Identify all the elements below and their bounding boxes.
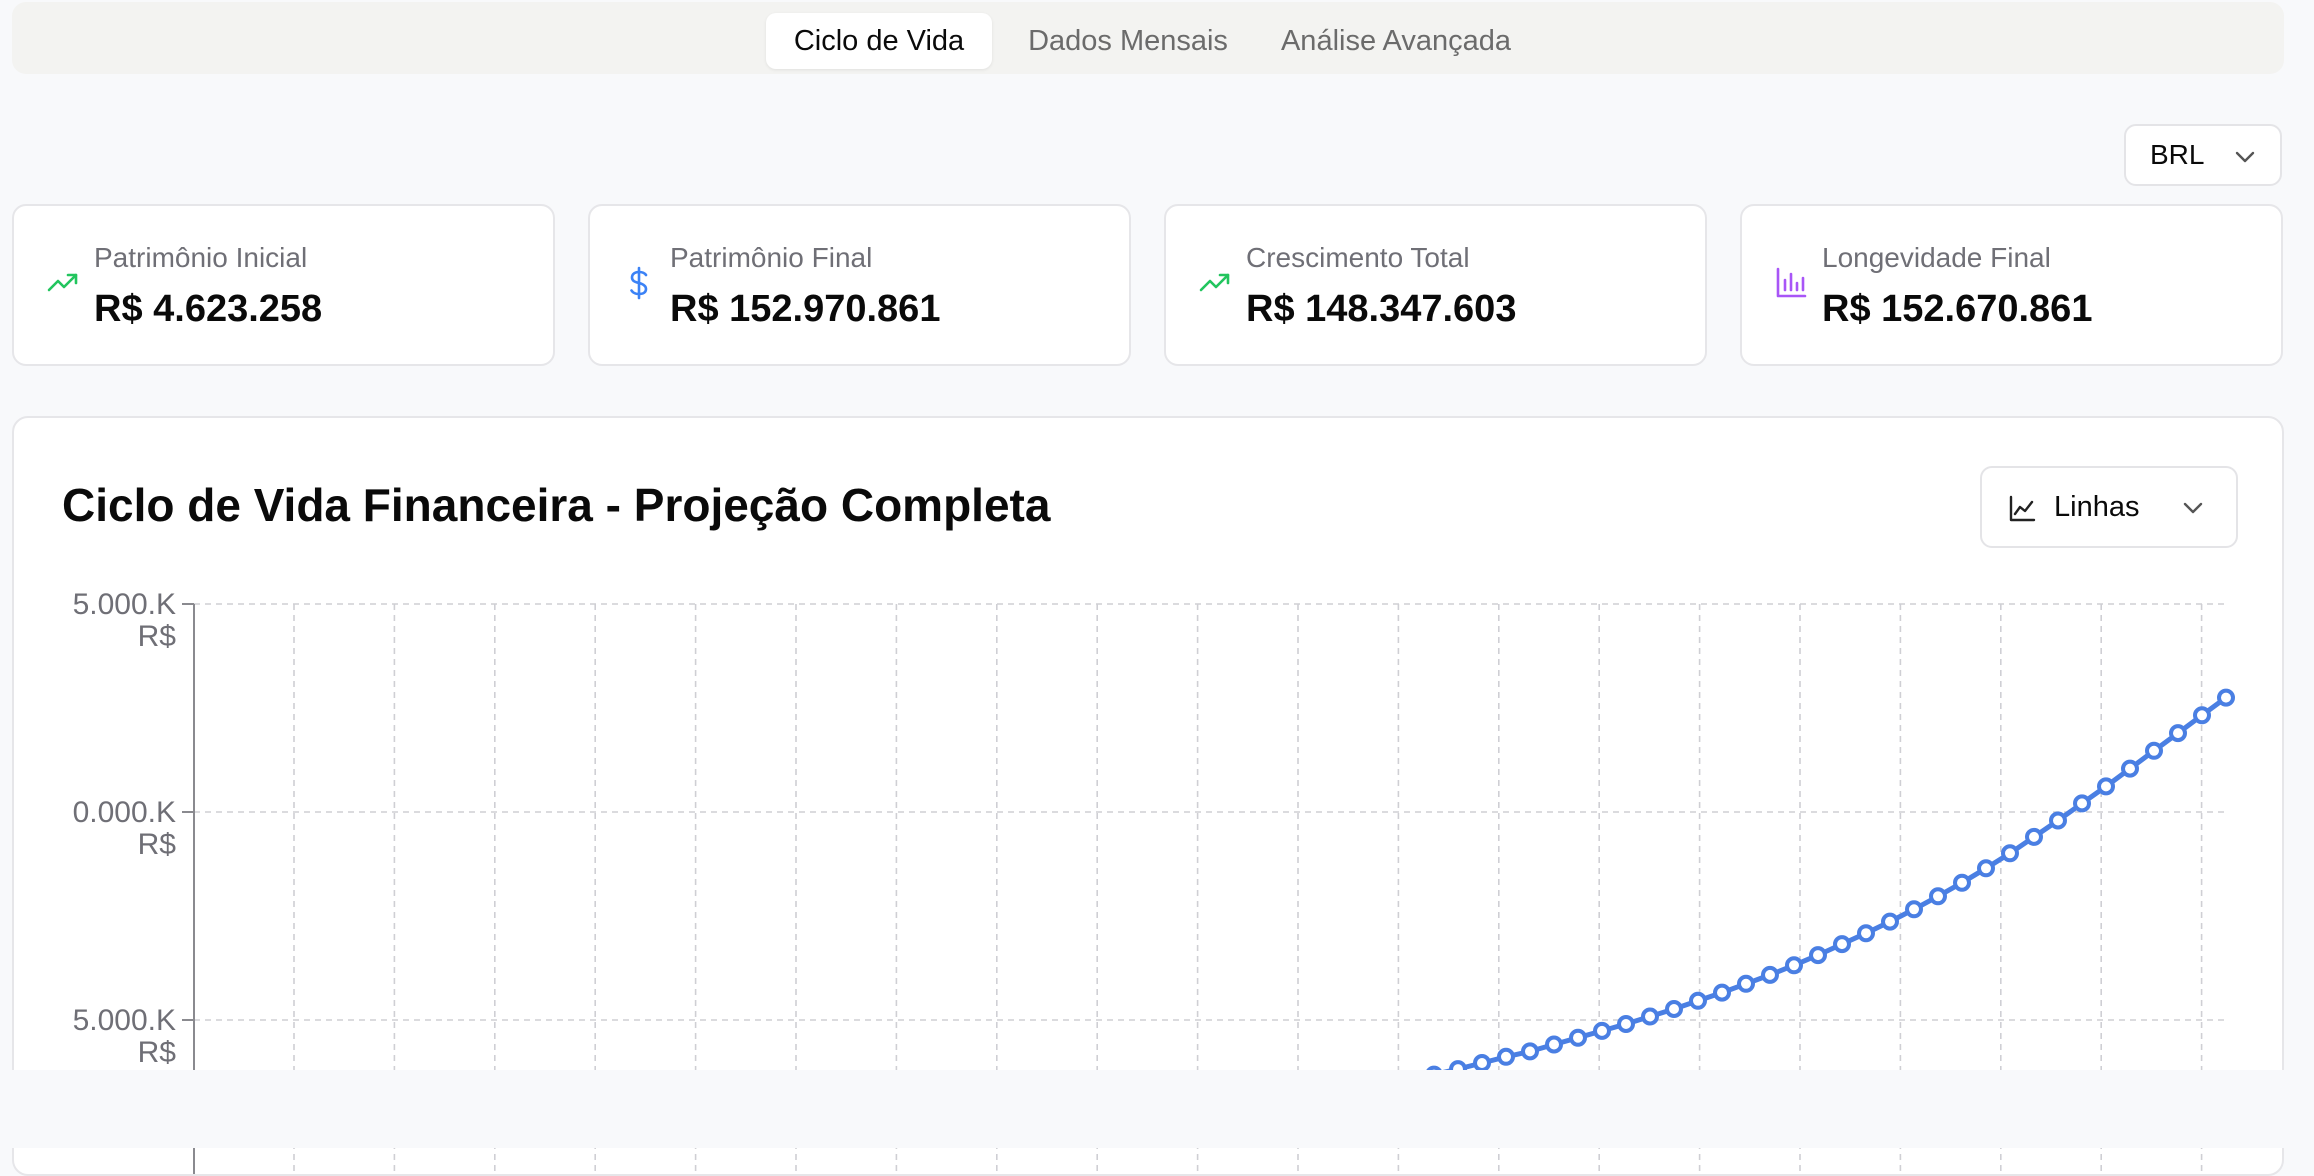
data-point[interactable] <box>1905 900 1923 919</box>
data-point[interactable] <box>1617 1015 1635 1033</box>
chart-panel: Ciclo de Vida Financeira - Projeção Comp… <box>12 416 2284 1176</box>
currency-select[interactable]: BRL <box>2124 124 2282 186</box>
data-point[interactable] <box>2121 759 2139 778</box>
tab-ciclo-de-vida[interactable]: Ciclo de Vida <box>766 13 992 69</box>
stat-value: R$ 4.623.258 <box>94 288 323 330</box>
data-point[interactable] <box>2001 844 2019 863</box>
y-tick-label: R$ <box>138 1036 177 1069</box>
stat-card-longevidade-final: Longevidade Final R$ 152.670.861 <box>1740 204 2283 366</box>
data-point[interactable] <box>1977 859 1995 878</box>
stat-label: Longevidade Final <box>1822 242 2051 273</box>
tab-analise-avancada[interactable]: Análise Avançada <box>1264 13 1528 69</box>
y-tick-label: R$ <box>138 620 177 653</box>
data-point[interactable] <box>1953 873 1971 892</box>
data-point[interactable] <box>1521 1042 1539 1061</box>
data-point[interactable] <box>1737 974 1755 993</box>
y-tick-label: 5.000.K <box>73 588 176 621</box>
y-tick-label: R$ <box>138 828 177 861</box>
data-point[interactable] <box>1689 991 1707 1010</box>
chevron-down-icon <box>2235 151 2255 163</box>
data-point[interactable] <box>1785 956 1803 975</box>
series-points <box>1185 688 2235 1124</box>
data-point[interactable] <box>1569 1028 1587 1047</box>
data-point[interactable] <box>1641 1007 1659 1026</box>
data-point[interactable] <box>1497 1047 1515 1066</box>
data-point[interactable] <box>2193 706 2211 725</box>
tab-bar: Ciclo de Vida Dados Mensais Análise Avan… <box>12 2 2284 74</box>
line-chart: 5.000.KR$0.000.KR$5.000.KR$ <box>73 588 2235 1174</box>
stat-label: Patrimônio Inicial <box>94 242 308 273</box>
data-point[interactable] <box>1833 935 1851 954</box>
stat-value: R$ 152.970.861 <box>670 288 941 330</box>
data-point[interactable] <box>2073 794 2091 813</box>
data-point[interactable] <box>1929 887 1947 906</box>
data-point[interactable] <box>2097 777 2115 796</box>
data-point[interactable] <box>2217 688 2235 707</box>
data-point[interactable] <box>1713 983 1731 1002</box>
data-point[interactable] <box>1545 1035 1563 1054</box>
data-point[interactable] <box>2169 724 2187 743</box>
data-point[interactable] <box>2145 741 2163 760</box>
y-tick-label: 5.000.K <box>73 1004 176 1037</box>
stat-card-patrimonio-final: Patrimônio Final R$ 152.970.861 <box>588 204 1131 366</box>
data-point[interactable] <box>1593 1021 1611 1040</box>
data-point[interactable] <box>1665 1000 1683 1018</box>
trending-up-icon <box>1199 273 1230 292</box>
series-line <box>1191 695 2229 1117</box>
y-axis-ticks: 5.000.KR$0.000.KR$5.000.KR$ <box>73 588 194 1069</box>
data-point[interactable] <box>2025 827 2043 846</box>
stat-value: R$ 148.347.603 <box>1246 288 1517 330</box>
stat-value: R$ 152.670.861 <box>1822 288 2093 330</box>
stat-card-crescimento-total: Crescimento Total R$ 148.347.603 <box>1164 204 1707 366</box>
data-point[interactable] <box>1881 912 1899 931</box>
data-point[interactable] <box>2049 811 2067 830</box>
currency-select-value: BRL <box>2150 139 2205 170</box>
data-point[interactable] <box>1473 1054 1491 1072</box>
stat-label: Crescimento Total <box>1246 242 1470 273</box>
data-point[interactable] <box>1809 946 1827 965</box>
trending-up-icon <box>47 273 78 292</box>
page-bottom <box>0 1070 2314 1148</box>
tab-dados-mensais[interactable]: Dados Mensais <box>1000 13 1256 69</box>
y-tick-label: 0.000.K <box>73 796 176 829</box>
stat-label: Patrimônio Final <box>670 242 873 273</box>
data-point[interactable] <box>1857 924 1875 943</box>
bar-chart-icon <box>1776 267 1807 298</box>
dollar-icon <box>630 266 648 300</box>
data-point[interactable] <box>1761 965 1779 984</box>
stat-card-patrimonio-inicial: Patrimônio Inicial R$ 4.623.258 <box>12 204 555 366</box>
